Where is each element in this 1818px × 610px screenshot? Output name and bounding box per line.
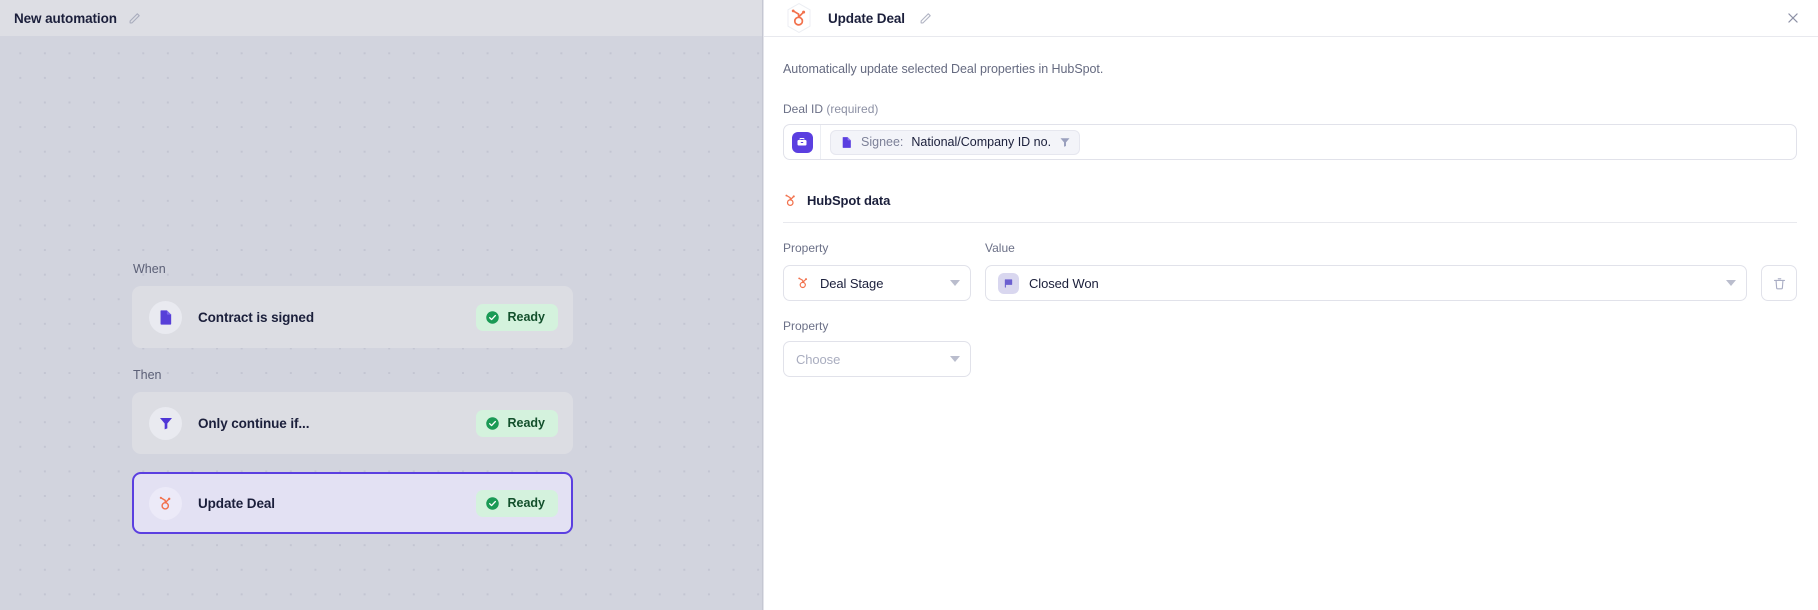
flow-card-contract-is-signed[interactable]: Contract is signed Ready bbox=[132, 286, 573, 348]
hubspot-icon bbox=[783, 2, 815, 34]
deal-id-label-text: Deal ID bbox=[783, 102, 824, 116]
briefcase-icon bbox=[791, 131, 813, 153]
panel-header-divider bbox=[764, 36, 1818, 37]
then-section-label: Then bbox=[133, 368, 162, 382]
flow-steps: When Contract is signed Ready Then Only … bbox=[132, 262, 573, 534]
panel-description: Automatically update selected Deal prope… bbox=[783, 62, 1104, 76]
trash-icon bbox=[1773, 277, 1785, 289]
document-signed-icon bbox=[149, 300, 182, 334]
property-value-column-headers: Property Value bbox=[783, 239, 1797, 257]
flag-icon bbox=[998, 272, 1019, 294]
hubspot-icon bbox=[149, 486, 182, 520]
property-select-value: Deal Stage bbox=[820, 275, 884, 291]
document-icon bbox=[840, 136, 853, 149]
flow-card-update-deal[interactable]: Update Deal Ready bbox=[132, 472, 573, 534]
property-select-choose[interactable]: Choose bbox=[783, 341, 971, 377]
when-section-label: When bbox=[133, 262, 166, 276]
hubspot-data-section-header: HubSpot data bbox=[783, 193, 1797, 208]
deal-id-input[interactable]: Signee: National/Company ID no. bbox=[821, 125, 1796, 159]
deal-id-label: Deal ID (required) bbox=[783, 102, 1797, 116]
flow-card-title: Only continue if... bbox=[198, 415, 310, 431]
property-value-row-empty: Choose bbox=[783, 341, 1797, 377]
status-badge: Ready bbox=[476, 489, 558, 517]
status-badge: Ready bbox=[476, 409, 558, 437]
canvas-edge-divider bbox=[762, 0, 763, 610]
signee-token-chip[interactable]: Signee: National/Company ID no. bbox=[830, 129, 1081, 155]
check-circle-icon bbox=[486, 310, 500, 324]
automation-name: New automation bbox=[14, 10, 117, 26]
value-select-closed-won[interactable]: Closed Won bbox=[985, 265, 1747, 301]
status-badge-label: Ready bbox=[507, 310, 545, 324]
status-badge-label: Ready bbox=[507, 496, 545, 510]
second-property-label: Property bbox=[783, 319, 829, 333]
property-value-row: Deal Stage Closed Won bbox=[783, 265, 1797, 301]
step-config-panel: Update Deal Automatically update selecte… bbox=[763, 0, 1818, 610]
signee-token-prefix: Signee: bbox=[861, 135, 904, 149]
check-circle-icon bbox=[486, 416, 500, 430]
deal-id-leading-icon-cell[interactable] bbox=[784, 125, 821, 159]
flow-card-only-continue-if[interactable]: Only continue if... Ready bbox=[132, 392, 573, 454]
chevron-down-icon[interactable] bbox=[1726, 280, 1736, 286]
flow-canvas-pane: New automation When Contract is signed R… bbox=[0, 0, 763, 610]
chevron-down-icon[interactable] bbox=[950, 356, 960, 362]
flow-canvas[interactable]: When Contract is signed Ready Then Only … bbox=[0, 36, 763, 610]
hubspot-data-section-title: HubSpot data bbox=[807, 193, 891, 208]
automation-builder-screen: New automation When Contract is signed R… bbox=[0, 0, 1818, 610]
signee-token-text: National/Company ID no. bbox=[911, 135, 1052, 149]
deal-id-required-suffix: (required) bbox=[826, 102, 879, 116]
check-circle-icon bbox=[486, 496, 500, 510]
property-select-placeholder: Choose bbox=[796, 351, 841, 367]
flow-card-title: Update Deal bbox=[198, 495, 275, 511]
property-column-label: Property bbox=[783, 241, 829, 255]
pencil-icon[interactable] bbox=[127, 11, 142, 26]
filter-icon bbox=[149, 406, 182, 440]
section-divider bbox=[783, 222, 1797, 223]
deal-id-input-row[interactable]: Signee: National/Company ID no. bbox=[783, 124, 1797, 160]
panel-header: Update Deal bbox=[764, 0, 1818, 36]
chevron-down-icon[interactable] bbox=[950, 280, 960, 286]
hubspot-icon bbox=[796, 276, 810, 290]
panel-title: Update Deal bbox=[828, 10, 905, 26]
funnel-icon[interactable] bbox=[1059, 136, 1071, 148]
pencil-icon[interactable] bbox=[918, 11, 933, 26]
close-icon[interactable] bbox=[1782, 7, 1804, 29]
value-select-value: Closed Won bbox=[1029, 275, 1099, 291]
delete-row-button[interactable] bbox=[1761, 265, 1797, 301]
status-badge-label: Ready bbox=[507, 416, 545, 430]
value-column-label: Value bbox=[985, 241, 1015, 255]
flow-card-title: Contract is signed bbox=[198, 309, 314, 325]
panel-body: Automatically update selected Deal prope… bbox=[764, 62, 1818, 377]
status-badge: Ready bbox=[476, 303, 558, 331]
automation-topbar: New automation bbox=[0, 0, 763, 36]
property-select-deal-stage[interactable]: Deal Stage bbox=[783, 265, 971, 301]
hubspot-icon bbox=[783, 193, 798, 208]
